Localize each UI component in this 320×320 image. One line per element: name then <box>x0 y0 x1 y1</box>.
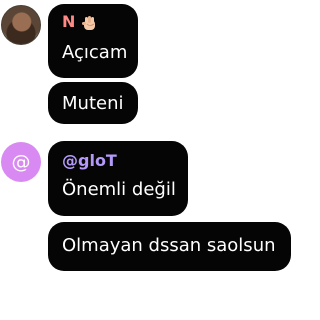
at-sign-avatar[interactable]: @ <box>1 142 41 182</box>
sender-name[interactable]: @gloT <box>62 151 117 171</box>
hand-emoji-icon <box>82 16 95 30</box>
message-bubble[interactable]: Muteni <box>48 82 138 124</box>
message-bubble[interactable]: Olmayan dssan saolsun <box>48 222 291 271</box>
message-text: Önemli değil <box>62 179 176 200</box>
message-bubble[interactable]: N Açıcam <box>48 4 138 78</box>
sender-name[interactable]: N <box>62 12 75 32</box>
sender-avatar-photo[interactable] <box>1 5 41 45</box>
message-bubble[interactable]: @gloT Önemli değil <box>48 141 188 216</box>
message-text: Açıcam <box>62 42 128 63</box>
message-text: Muteni <box>62 93 124 114</box>
chat-thread: N Açıcam Muteni @ @gloT Önemli değil Olm… <box>0 0 293 320</box>
message-text: Olmayan dssan saolsun <box>62 235 276 256</box>
avatar-symbol: @ <box>11 151 31 173</box>
